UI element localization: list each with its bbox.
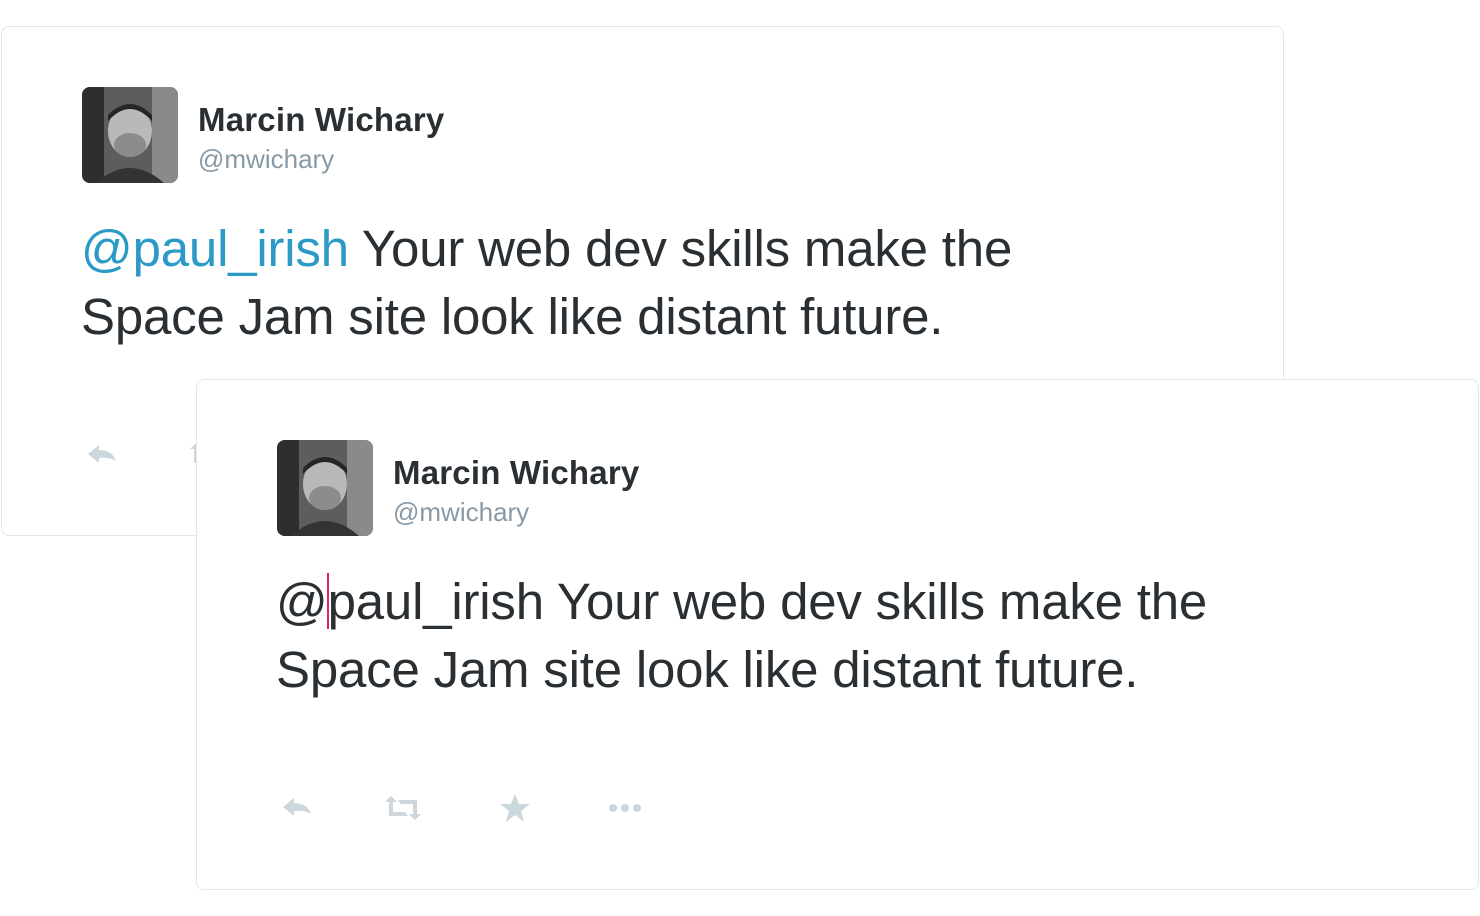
tweet-text-line1: Your web dev skills make the: [348, 220, 1013, 277]
tweet-text-prefix: @: [276, 573, 328, 630]
tweet-text-editable[interactable]: @paul_irish Your web dev skills make the…: [276, 568, 1396, 704]
more-icon[interactable]: [605, 790, 645, 826]
tweet-card-front: Marcin Wichary @mwichary @paul_irish You…: [196, 379, 1479, 890]
author-name[interactable]: Marcin Wichary: [198, 101, 444, 139]
tweet-text-line1: paul_irish Your web dev skills make the: [327, 573, 1208, 630]
tweet-text-line2: Space Jam site look like distant future.: [81, 288, 944, 345]
avatar[interactable]: [82, 87, 178, 183]
author-handle[interactable]: @mwichary: [393, 497, 529, 528]
author-handle[interactable]: @mwichary: [198, 144, 334, 175]
avatar[interactable]: [277, 440, 373, 536]
author-name[interactable]: Marcin Wichary: [393, 454, 639, 492]
mention-link[interactable]: @paul_irish: [81, 220, 349, 277]
tweet-text: @paul_irish Your web dev skills make the…: [81, 215, 1201, 351]
retweet-icon[interactable]: [383, 790, 423, 826]
reply-icon[interactable]: [84, 437, 124, 473]
tweet-text-line2: Space Jam site look like distant future.: [276, 641, 1139, 698]
favorite-icon[interactable]: [495, 790, 535, 826]
reply-icon[interactable]: [279, 790, 319, 826]
